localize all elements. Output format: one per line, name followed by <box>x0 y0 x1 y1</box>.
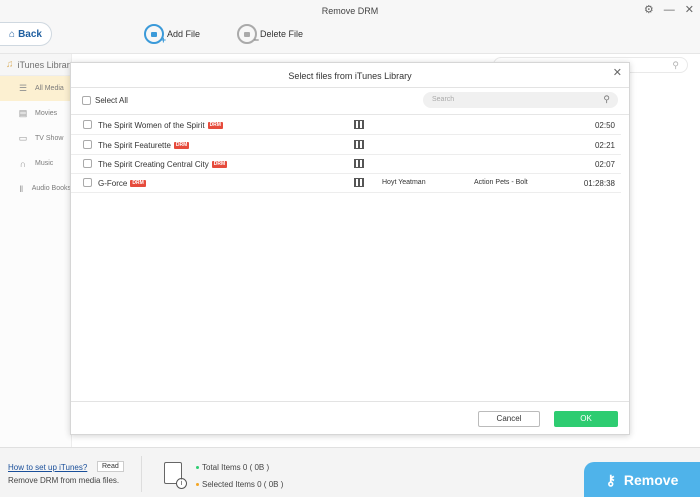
selected-dot <box>196 483 199 487</box>
dialog-footer-divider <box>71 401 629 402</box>
film-icon <box>354 159 364 168</box>
drm-badge: DRM <box>173 142 190 149</box>
add-lock-icon: + <box>144 24 166 45</box>
row-checkbox[interactable] <box>83 159 92 168</box>
total-dot <box>196 466 199 470</box>
total-items: Total Items 0 ( 0B ) <box>196 463 269 472</box>
delete-file-label: Delete File <box>260 29 304 39</box>
dialog-divider <box>71 87 629 88</box>
ok-button[interactable]: OK <box>554 411 618 427</box>
close-window-button[interactable]: ✕ <box>685 3 694 16</box>
window-controls: ⚙ — ✕ <box>644 3 694 17</box>
file-title: G-Force <box>98 179 128 188</box>
file-name: The Spirit Women of the Spirit DRM <box>98 121 223 130</box>
table-row[interactable]: The Spirit Featurette DRM 02:21 <box>71 135 621 155</box>
add-file-label: Add File <box>167 29 201 39</box>
info-icon: i <box>176 478 187 489</box>
add-file-button[interactable]: + Add File <box>144 24 201 45</box>
file-duration: 02:50 <box>594 121 615 130</box>
row-checkbox[interactable] <box>83 178 92 187</box>
file-name: The Spirit Featurette DRM <box>98 141 190 150</box>
title-bar: Remove DRM ⚙ — ✕ <box>0 0 700 22</box>
back-button-label: Back <box>18 28 42 40</box>
file-duration: 02:07 <box>594 160 615 169</box>
delete-file-button[interactable]: − Delete File <box>237 24 304 45</box>
table-row[interactable]: G-Force DRM Hoyt Yeatman Action Pets - Bo… <box>71 173 621 193</box>
select-files-dialog: Select files from iTunes Library ✕ Selec… <box>70 62 630 435</box>
close-icon[interactable]: ✕ <box>613 66 622 79</box>
checkbox[interactable] <box>82 96 91 105</box>
divider <box>141 456 142 492</box>
search-placeholder: Search <box>432 96 455 103</box>
remove-button[interactable]: ⚷ Remove <box>584 462 700 497</box>
selected-items-label: Selected Items 0 ( 0B ) <box>202 480 284 489</box>
file-name: G-Force DRM <box>98 179 146 188</box>
minimize-button[interactable]: — <box>664 4 675 16</box>
toolbar: ⌂ Back + Add File − Delete File <box>0 22 700 54</box>
film-icon <box>354 140 364 149</box>
file-name: The Spirit Creating Central City DRM <box>98 160 228 169</box>
cancel-button[interactable]: Cancel <box>478 411 540 427</box>
file-title: The Spirit Featurette <box>98 141 171 150</box>
select-all-checkbox[interactable]: Select All <box>82 96 128 105</box>
dialog-search-input[interactable]: Search ⚲ <box>423 92 618 108</box>
read-button[interactable]: Read <box>97 461 124 472</box>
file-duration: 01:28:38 <box>583 179 615 188</box>
back-button[interactable]: ⌂ Back <box>0 22 52 46</box>
delete-lock-icon: − <box>237 24 259 45</box>
dialog-title: Select files from iTunes Library <box>288 71 412 81</box>
gear-icon[interactable]: ⚙ <box>644 3 654 16</box>
file-title: The Spirit Creating Central City <box>98 160 209 169</box>
select-all-label: Select All <box>95 96 128 105</box>
key-icon: ⚷ <box>605 471 616 488</box>
drm-badge: DRM <box>130 180 146 187</box>
film-icon <box>354 178 364 187</box>
total-items-label: Total Items 0 ( 0B ) <box>202 463 270 472</box>
selected-items: Selected Items 0 ( 0B ) <box>196 480 283 489</box>
file-title: The Spirit Women of the Spirit <box>98 121 205 130</box>
table-row[interactable]: The Spirit Creating Central City DRM 02:0… <box>71 154 621 174</box>
bottom-bar: How to set up iTunes? Read Remove DRM fr… <box>0 447 700 497</box>
file-artist: Hoyt Yeatman <box>382 179 426 186</box>
search-icon: ⚲ <box>603 94 610 104</box>
remove-description: Remove DRM from media files. <box>8 476 120 485</box>
film-icon <box>354 120 364 129</box>
file-duration: 02:21 <box>594 141 615 150</box>
drm-badge: DRM <box>211 161 228 168</box>
howto-link[interactable]: How to set up iTunes? <box>8 463 87 472</box>
row-checkbox[interactable] <box>83 120 92 129</box>
remove-button-label: Remove <box>623 472 679 488</box>
home-icon: ⌂ <box>9 28 16 40</box>
window-title: Remove DRM <box>321 6 379 16</box>
file-album: Action Pets - Bolt <box>474 179 528 186</box>
drm-badge: DRM <box>207 122 223 129</box>
row-checkbox[interactable] <box>83 140 92 149</box>
table-row[interactable]: The Spirit Women of the Spirit DRM 02:50 <box>71 115 621 135</box>
